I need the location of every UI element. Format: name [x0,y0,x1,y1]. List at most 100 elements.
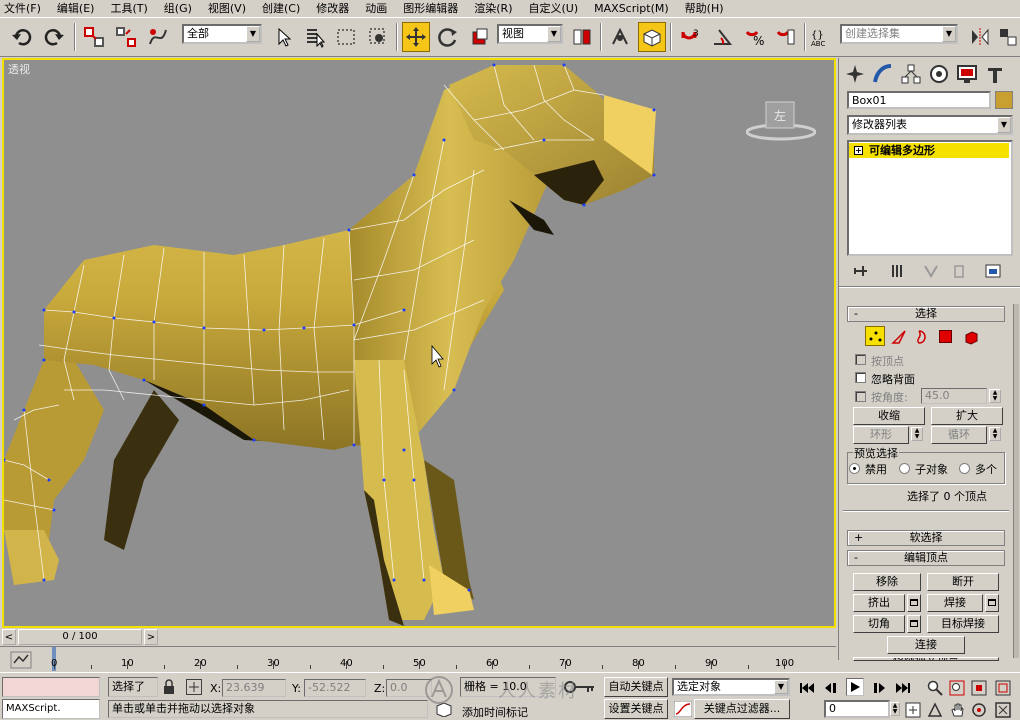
selection-filter-dropdown[interactable]: 全部 ▼ [182,24,262,44]
redo-icon[interactable] [40,22,68,52]
border-mode-icon[interactable] [913,329,929,348]
bind-spacewarp-icon[interactable] [144,22,172,52]
remove-button[interactable]: 移除 [853,573,921,591]
by-angle-checkbox[interactable] [855,391,866,402]
time-tag-icon[interactable] [436,702,452,718]
zoom-icon[interactable] [926,679,944,697]
vertex-mode-icon[interactable] [865,326,885,346]
by-vertex-checkbox[interactable] [855,354,866,365]
scale-icon[interactable] [466,22,494,52]
motion-tab-icon[interactable] [927,62,951,86]
edit-vertices-rollout-header[interactable]: - 编辑顶点 [847,550,1005,566]
extrude-button[interactable]: 挤出 [853,594,905,612]
menu-item-10[interactable]: 自定义(U) [529,0,579,17]
break-button[interactable]: 断开 [927,573,999,591]
loop-spinner[interactable]: ▲ ▼ [989,427,1001,441]
lock-selection-icon[interactable] [162,679,176,695]
loop-button[interactable]: 循环 [931,426,987,444]
ring-button[interactable]: 环形 [853,426,909,444]
undo-icon[interactable] [8,22,36,52]
menu-item-12[interactable]: 帮助(H) [685,0,724,17]
maximize-viewport-icon[interactable] [994,701,1012,719]
add-time-tag-label[interactable]: 添加时间标记 [462,704,528,720]
select-icon[interactable] [270,22,298,52]
utilities-tab-icon[interactable] [983,62,1007,86]
pin-stack-icon[interactable] [853,264,869,281]
soft-selection-rollout-header[interactable]: + 软选择 [847,530,1005,546]
menu-item-7[interactable]: 动画 [365,0,387,17]
pivot-icon[interactable] [568,22,596,52]
remove-isolated-button[interactable]: 移除孤立顶点 [853,657,999,661]
mirror-icon[interactable] [966,22,994,52]
zoom-extents-all-icon[interactable] [994,679,1012,697]
key-mode-dropdown[interactable]: 选定对象 ▼ [672,678,790,696]
polygon-mode-icon[interactable] [939,330,952,343]
viewcube[interactable]: 左 [745,98,817,142]
modify-tab-icon[interactable] [871,62,895,86]
spinner-snap-icon[interactable] [772,22,800,52]
x-coord-field[interactable]: 23.639 [222,679,286,697]
ring-spinner[interactable]: ▲ ▼ [911,427,923,441]
element-mode-icon[interactable] [963,329,979,348]
ref-coord-dropdown[interactable]: 视图 ▼ [497,24,563,44]
move-icon[interactable] [402,22,430,52]
menu-item-6[interactable]: 修改器 [316,0,349,17]
next-frame-icon[interactable] [870,679,888,697]
zoom-all-icon[interactable] [948,679,966,697]
angle-value-field[interactable]: 45.0 [921,388,987,404]
field-of-view-icon[interactable] [926,701,944,719]
next-frame-arrow-icon[interactable]: > [144,629,158,645]
prev-frame-icon[interactable] [822,679,840,697]
extrude-settings-button[interactable] [907,594,921,612]
track-bar[interactable]: 0 10 20 30 40 50 60 70 80 90 100 [0,646,836,672]
preview-disabled-radio[interactable] [849,463,860,474]
stack-item-editable-poly[interactable]: + 可编辑多边形 [849,143,1009,158]
set-key-button[interactable]: 设置关键点 [604,699,668,719]
preview-subobject-radio[interactable] [899,463,910,474]
angle-spinner[interactable]: ▲ ▼ [989,389,1001,403]
maxscript-listener[interactable]: MAXScript. [2,699,100,719]
y-coord-field[interactable]: -52.522 [304,679,366,697]
time-config-icon[interactable] [904,701,922,719]
chamfer-settings-button[interactable] [907,615,921,633]
key-tangent-icon[interactable] [673,700,693,718]
menu-item-1[interactable]: 编辑(E) [57,0,95,17]
shrink-button[interactable]: 收缩 [853,407,925,425]
show-end-result-icon[interactable] [889,264,905,281]
keyboard-shortcut-icon[interactable] [638,22,666,52]
menu-item-2[interactable]: 工具(T) [110,0,147,17]
modifier-list-dropdown[interactable]: 修改器列表 ▼ [847,115,1013,135]
edit-named-sel-icon[interactable]: {} ABC [808,22,836,52]
align-icon[interactable] [994,22,1020,52]
manipulate-icon[interactable] [606,22,634,52]
hierarchy-tab-icon[interactable] [899,62,923,86]
preview-multi-radio[interactable] [959,463,970,474]
frame-spinner[interactable]: ▲ ▼ [890,702,900,716]
rotate-icon[interactable] [434,22,462,52]
time-slider[interactable]: < 0 / 100 > [0,628,836,646]
menu-item-3[interactable]: 组(G) [164,0,192,17]
weld-settings-button[interactable] [985,594,999,612]
go-to-end-icon[interactable] [894,679,912,697]
curve-editor-icon[interactable] [10,651,32,669]
object-color-swatch[interactable] [995,91,1013,109]
window-crossing-icon[interactable] [364,22,392,52]
named-selection-dropdown[interactable]: 创建选择集 ▼ [840,24,958,44]
prev-frame-arrow-icon[interactable]: < [2,629,16,645]
menu-item-11[interactable]: MAXScript(M) [594,0,669,17]
time-slider-thumb[interactable]: 0 / 100 [18,629,142,645]
menu-item-9[interactable]: 渲染(R) [474,0,512,17]
perspective-viewport[interactable]: 透视 左 [2,58,836,628]
connect-button[interactable]: 连接 [887,636,965,654]
link-icon[interactable] [80,22,108,52]
selection-rollout-header[interactable]: - 选择 [847,306,1005,322]
display-tab-icon[interactable] [955,62,979,86]
panel-scrollbar[interactable] [1013,304,1019,658]
select-by-name-icon[interactable] [300,22,328,52]
current-frame-field[interactable]: 0 [824,700,890,718]
play-icon[interactable] [846,678,864,696]
menu-item-8[interactable]: 图形编辑器 [403,0,458,17]
absolute-mode-icon[interactable] [186,679,202,695]
target-weld-button[interactable]: 目标焊接 [927,615,999,633]
menu-item-4[interactable]: 视图(V) [208,0,246,17]
